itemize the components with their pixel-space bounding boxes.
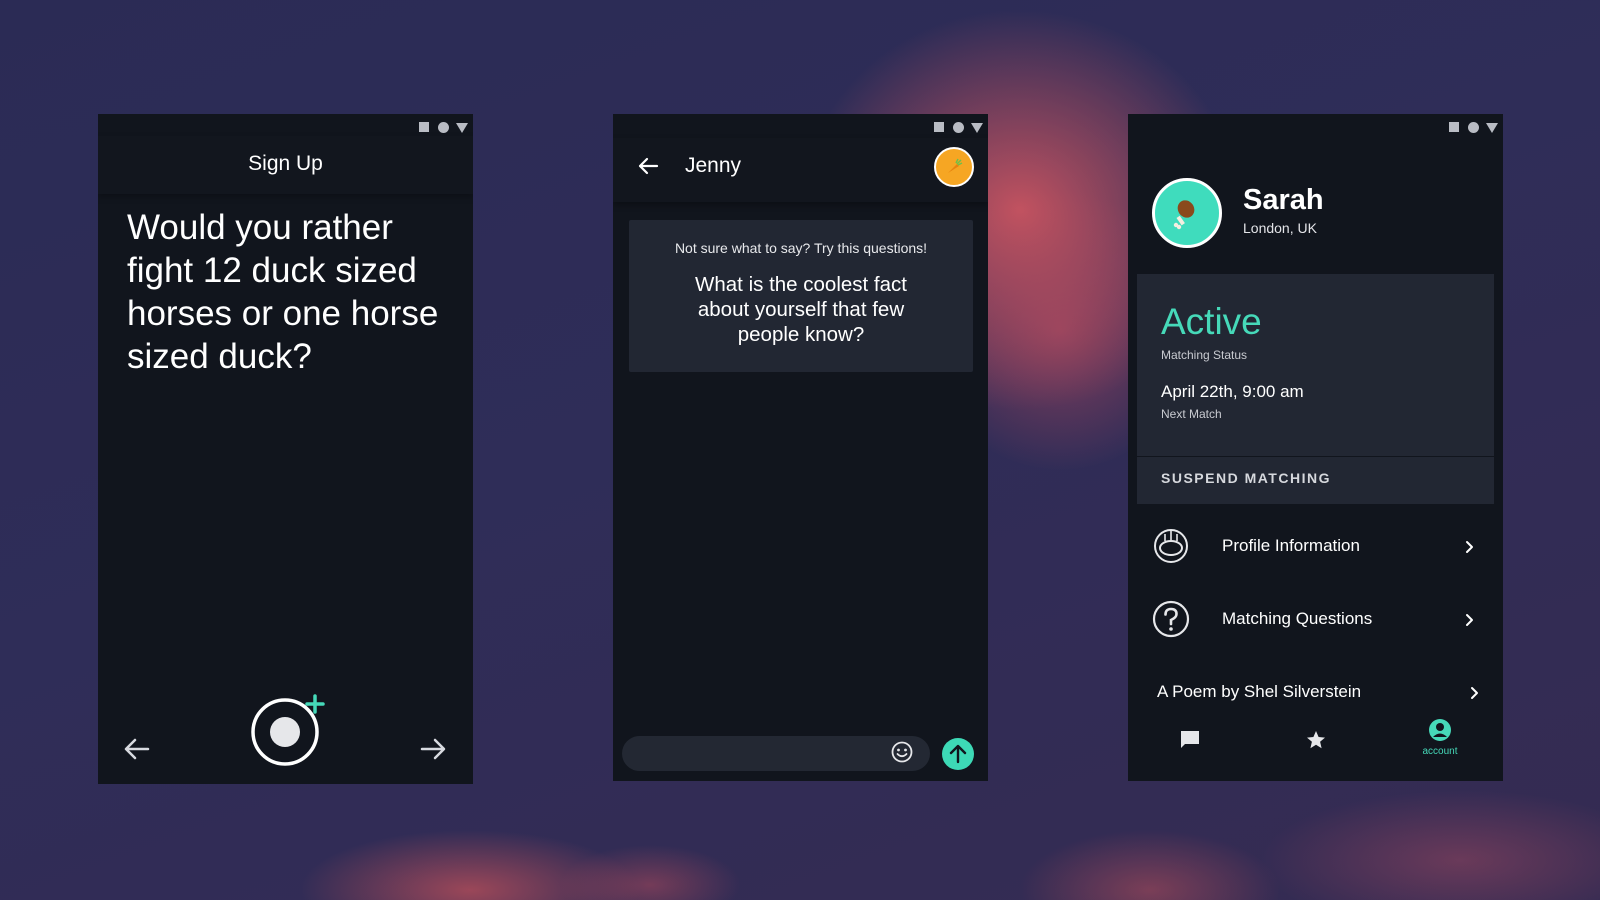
menu-item-label: Matching Questions — [1222, 609, 1373, 628]
user-location: London, UK — [1243, 220, 1317, 236]
question-circle-icon — [1152, 600, 1190, 638]
next-match-label: Next Match — [1161, 407, 1222, 421]
matching-status-value: Active — [1161, 301, 1262, 342]
message-input[interactable] — [622, 736, 930, 771]
menu-item-matching-questions[interactable]: Matching Questions — [1128, 592, 1503, 642]
next-match-value: April 22th, 9:00 am — [1161, 382, 1304, 401]
chat-icon — [1181, 731, 1199, 748]
send-button[interactable] — [942, 738, 974, 770]
account-icon — [1429, 719, 1451, 741]
helmet-icon — [1154, 529, 1188, 563]
star-icon — [1307, 731, 1325, 749]
contact-avatar[interactable] — [934, 147, 974, 187]
arrow-up-icon — [949, 744, 967, 764]
chevron-right-icon — [1471, 687, 1478, 699]
status-triangle-icon — [1486, 123, 1498, 133]
divider — [1137, 456, 1494, 457]
signup-screen: Sign Up Would you rather fight 12 duck s… — [98, 114, 473, 784]
menu-item-profile-information[interactable]: Profile Information — [1128, 519, 1503, 569]
matching-status-card: Active Matching Status April 22th, 9:00 … — [1137, 274, 1494, 504]
menu-item-label: A Poem by Shel Silverstein — [1157, 682, 1362, 701]
emoji-icon[interactable] — [890, 740, 914, 764]
user-avatar[interactable] — [1152, 178, 1222, 248]
chevron-right-icon — [1466, 541, 1473, 553]
menu-item-poem[interactable]: A Poem by Shel Silverstein — [1128, 670, 1503, 720]
chat-header — [613, 138, 988, 202]
suggested-question: What is the coolest fact about yourself … — [695, 273, 907, 346]
chat-screen: Jenny Not sure what to say? Try this que… — [613, 114, 988, 781]
question-text: Would you rather fight 12 duck sized hor… — [127, 208, 439, 376]
page-title: Sign Up — [248, 152, 323, 175]
back-arrow-icon[interactable] — [122, 734, 152, 764]
menu-item-label: Profile Information — [1222, 536, 1360, 555]
user-name: Sarah — [1243, 184, 1324, 216]
account-screen: Sarah London, UK Active Matching Status … — [1128, 114, 1503, 781]
forward-arrow-icon[interactable] — [418, 734, 448, 764]
nav-tab-favorites[interactable] — [1276, 718, 1356, 778]
status-triangle-icon — [456, 123, 468, 133]
nav-tab-label: account — [1422, 746, 1458, 757]
chevron-right-icon — [1466, 614, 1473, 626]
drumstick-icon — [1173, 200, 1195, 230]
status-square-icon — [419, 122, 429, 132]
back-arrow-icon[interactable] — [635, 153, 661, 179]
status-square-icon — [1449, 122, 1459, 132]
status-circle-icon — [953, 122, 964, 133]
suggestion-hint: Not sure what to say? Try this questions… — [674, 240, 928, 256]
matching-status-label: Matching Status — [1161, 348, 1248, 362]
status-bar — [1128, 114, 1503, 138]
status-bar — [98, 114, 473, 138]
suggestion-card[interactable]: Not sure what to say? Try this questions… — [629, 220, 973, 372]
status-bar — [613, 114, 988, 138]
contact-name: Jenny — [685, 154, 742, 177]
suspend-matching-button[interactable]: SUSPEND MATCHING — [1161, 470, 1331, 486]
status-triangle-icon — [971, 123, 983, 133]
status-circle-icon — [438, 122, 449, 133]
bottom-navigation: account — [1128, 718, 1503, 781]
status-circle-icon — [1468, 122, 1479, 133]
nav-tab-chat[interactable] — [1150, 718, 1230, 778]
nav-tab-account[interactable]: account — [1400, 718, 1480, 778]
carrot-icon — [948, 158, 963, 173]
status-square-icon — [934, 122, 944, 132]
record-answer-button[interactable] — [251, 692, 327, 768]
